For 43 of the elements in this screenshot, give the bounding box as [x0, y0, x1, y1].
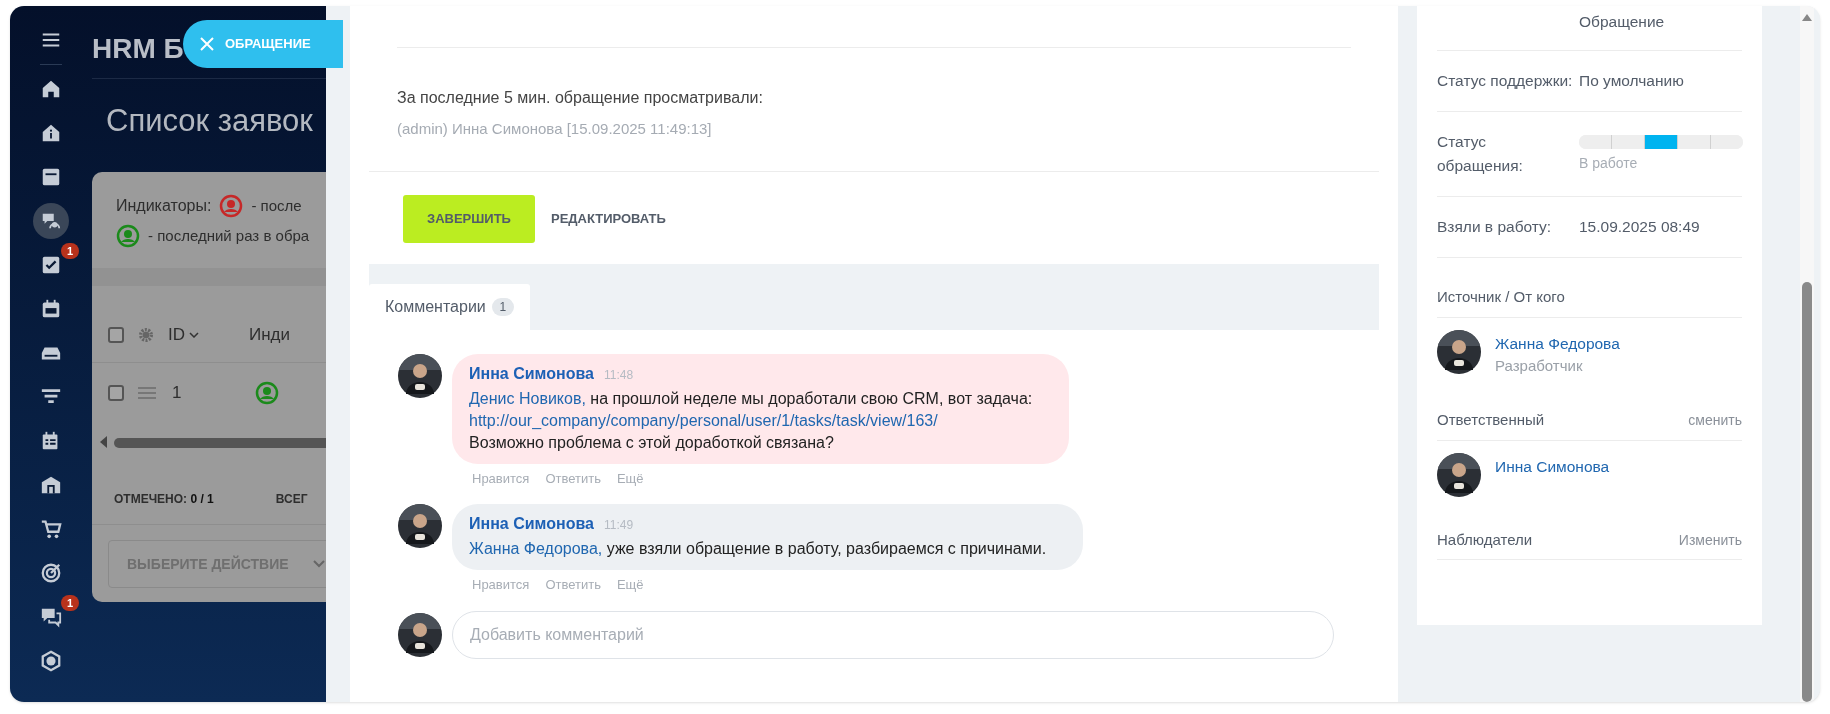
section-title: Наблюдатели: [1437, 529, 1533, 550]
field-label: Статус обращения:: [1437, 132, 1524, 176]
indicator-description: - после: [251, 195, 302, 216]
viewer-entry: (admin) Инна Симонова [15.09.2025 11:49:13]: [397, 119, 713, 139]
indicator-description: - последний раз в обра: [148, 225, 310, 246]
page-title: Список заявок: [106, 102, 313, 140]
person-role: Разработчик: [1495, 355, 1584, 376]
comment-input[interactable]: Добавить комментарий: [452, 610, 1334, 659]
status-value: В работе: [1579, 154, 1639, 173]
total-label: ВСЕГ: [275, 491, 308, 508]
column-header[interactable]: ID: [168, 322, 199, 348]
comments-tab[interactable]: Комментарии 1: [369, 283, 530, 330]
count-badge: 1: [491, 297, 514, 316]
comment-author[interactable]: Инна Симонова: [469, 361, 594, 386]
comment-author[interactable]: Инна Симонова: [469, 512, 594, 536]
person-link[interactable]: Жанна Федорова: [1495, 331, 1620, 355]
field-value: 15.09.2025 08:49: [1579, 217, 1701, 237]
field-label: Взяли в работу:: [1437, 217, 1553, 237]
notification-badge: 1: [61, 243, 79, 259]
edit-link[interactable]: РЕДАКТИРОВАТЬ: [550, 194, 666, 243]
mention-link[interactable]: Денис Новиков,: [469, 389, 586, 407]
field-value: Обращение: [1579, 12, 1666, 32]
comment-text: Жанна Федорова, уже взяли обращение в работу, разбираемся с причинами.: [469, 539, 1048, 559]
field-value: По умолчанию: [1579, 71, 1685, 91]
task-link[interactable]: http://our_company/company/personal/user/1/tasks/task/view/163/: [469, 411, 938, 429]
selected-count: ОТМЕЧЕНО: 0 / 1: [114, 491, 214, 508]
section-title: Ответственный: [1437, 410, 1545, 431]
complete-button[interactable]: ЗАВЕРШИТЬ: [403, 194, 535, 243]
table-cell-text: 1: [172, 382, 182, 404]
app-title: HRM Б: [92, 32, 184, 66]
comment-time: 11:48: [603, 366, 634, 384]
field-label: Статус поддержки:: [1437, 71, 1574, 91]
section-title: Источник / От кого: [1437, 287, 1565, 307]
column-header[interactable]: Инди: [249, 322, 291, 348]
comment-text: Денис Новиков, на прошлой неделе мы доработали свою CRM, вот задача: http://our_company/company/personal/user/1/tasks/task/view/163/ Возможно проблема с этой доработкой связана?: [469, 388, 1034, 453]
change-link[interactable]: Изменить: [1678, 529, 1742, 551]
person-link[interactable]: Инна Симонова: [1495, 454, 1610, 478]
viewers-title: За последние 5 мин. обращение просматривали:: [397, 88, 764, 108]
notification-badge: 1: [61, 595, 79, 611]
indicators-label: Индикаторы:: [116, 196, 212, 216]
mention-link[interactable]: Жанна Федорова,: [469, 540, 603, 557]
comment-time: 11:49: [603, 517, 634, 534]
change-link[interactable]: сменить: [1688, 410, 1742, 431]
